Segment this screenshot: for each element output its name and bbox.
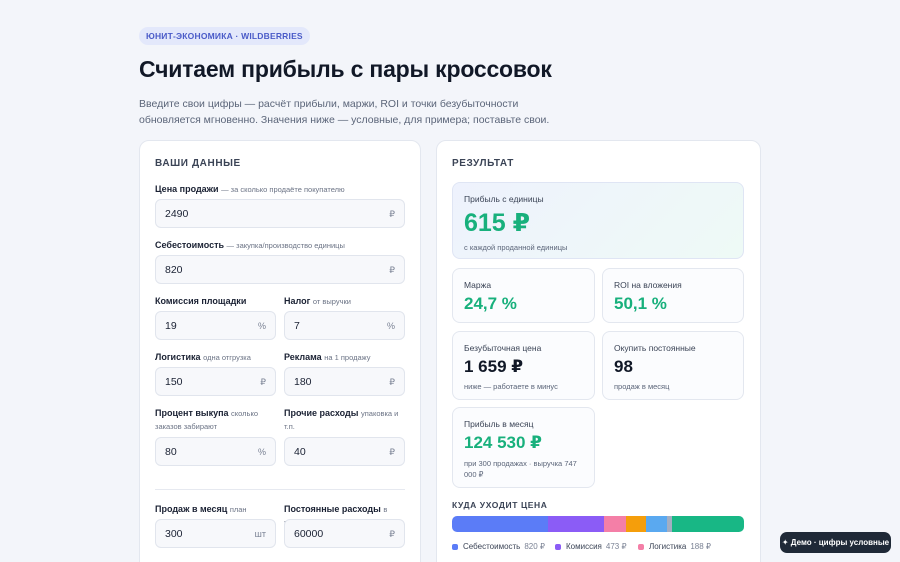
bar-segment-1 [548,516,604,532]
roi-tile: ROI на вложения 50,1 % [602,268,744,323]
bar-segment-3 [625,516,647,532]
fixed-costs-value: 60000 [294,528,324,540]
inputs-section-title: ВАШИ ДАННЫЕ [155,158,241,169]
section-badge: ЮНИТ-ЭКОНОМИКА · WILDBERRIES [139,27,310,45]
logistics-input[interactable]: 150 ₽ [155,367,276,396]
breakeven-tile: Безубыточная цена 1 659 ₽ ниже — работае… [452,331,595,400]
buyout-label: Процент выкупа сколько заказов забирают [155,408,258,431]
tax-value: 7 [294,320,300,332]
legend-logistics: Логистика 188 ₽ [638,542,711,551]
legend-dot [452,543,458,550]
bar-segment-2 [603,516,626,532]
unit-profit-tile: Прибыль с единицы 615 ₽ с каждой проданн… [452,182,744,259]
other-value: 40 [294,446,306,458]
payback-label: Окупить постоянные [614,343,696,353]
legend-cost: Себестоимость 820 ₽ [452,542,545,551]
unit-profit-label: Прибыль с единицы [464,194,544,204]
demo-toast[interactable]: ✦ Демо · цифры условные [780,532,891,553]
legend-dot [638,543,644,550]
other-input[interactable]: 40 ₽ [284,437,405,466]
ruble-unit: ₽ [389,529,395,539]
legend-commission: Комиссия 473 ₽ [555,542,627,551]
breakeven-value: 1 659 ₽ [464,357,524,376]
monthly-sales-input[interactable]: 300 шт [155,519,276,548]
fixed-costs-input[interactable]: 60000 ₽ [284,519,405,548]
ads-input[interactable]: 180 ₽ [284,367,405,396]
results-section-title: РЕЗУЛЬТАТ [452,158,514,169]
monthly-profit-tile: Прибыль в месяц 124 530 ₽ при 300 продаж… [452,407,595,488]
bar-segment-4 [646,516,668,532]
ruble-unit: ₽ [389,447,395,457]
payback-value: 98 [614,357,633,376]
page-subtitle: Введите свои цифры — расчёт прибыли, мар… [139,98,550,126]
commission-value: 19 [165,320,177,332]
margin-value: 24,7 % [464,294,517,313]
payback-tile: Окупить постоянные 98 продаж в месяц [602,331,744,400]
roi-value: 50,1 % [614,294,667,313]
cost-label: Себестоимость — закупка/производство еди… [155,240,345,250]
ads-label: Реклама на 1 продажу [284,352,371,362]
payback-sub: продаж в месяц [614,382,670,391]
ruble-unit: ₽ [389,377,395,387]
monthly-sales-label: Продаж в месяц план [155,504,247,514]
ads-value: 180 [294,376,312,388]
percent-unit: % [386,321,395,331]
logistics-value: 150 [165,376,183,388]
unit-profit-value: 615 ₽ [464,209,531,237]
breakdown-title: КУДА УХОДИТ ЦЕНА [452,500,548,510]
buyout-input[interactable]: 80 % [155,437,276,466]
breakeven-label: Безубыточная цена [464,343,542,353]
buyout-value: 80 [165,446,177,458]
page-title: Считаем прибыль с пары кроссовок [139,56,552,82]
percent-unit: % [257,447,266,457]
tax-label: Налог от выручки [284,296,351,306]
pieces-unit: шт [254,529,266,539]
price-label: Цена продажи — за сколько продаёте покуп… [155,184,345,194]
divider [155,489,405,490]
margin-label: Маржа [464,280,492,290]
commission-input[interactable]: 19 % [155,311,276,340]
commission-label: Комиссия площадки [155,296,247,306]
monthly-profit-label: Прибыль в месяц [464,419,534,429]
logistics-label: Логистика одна отгрузка [155,352,251,362]
monthly-profit-value: 124 530 ₽ [464,433,543,452]
ruble-unit: ₽ [389,209,395,219]
ruble-unit: ₽ [389,265,395,275]
unit-profit-sub: с каждой проданной единицы [464,243,568,252]
bar-segment-0 [452,516,549,532]
monthly-sales-value: 300 [165,528,183,540]
percent-unit: % [257,321,266,331]
other-label: Прочие расходы упаковка и т.п. [284,408,399,431]
cost-input[interactable]: 820 ₽ [155,255,405,284]
price-breakdown-bar [452,516,744,532]
price-value: 2490 [165,208,189,220]
legend-dot [555,543,561,550]
ruble-unit: ₽ [260,377,266,387]
cost-value: 820 [165,264,183,276]
margin-tile: Маржа 24,7 % [452,268,595,323]
price-input[interactable]: 2490 ₽ [155,199,405,228]
bar-segment-6 [671,516,744,532]
tax-input[interactable]: 7 % [284,311,405,340]
roi-label: ROI на вложения [614,280,682,290]
monthly-profit-sub: при 300 продажах · выручка 747 000 ₽ [464,459,577,479]
breakeven-sub: ниже — работаете в минус [464,382,558,391]
